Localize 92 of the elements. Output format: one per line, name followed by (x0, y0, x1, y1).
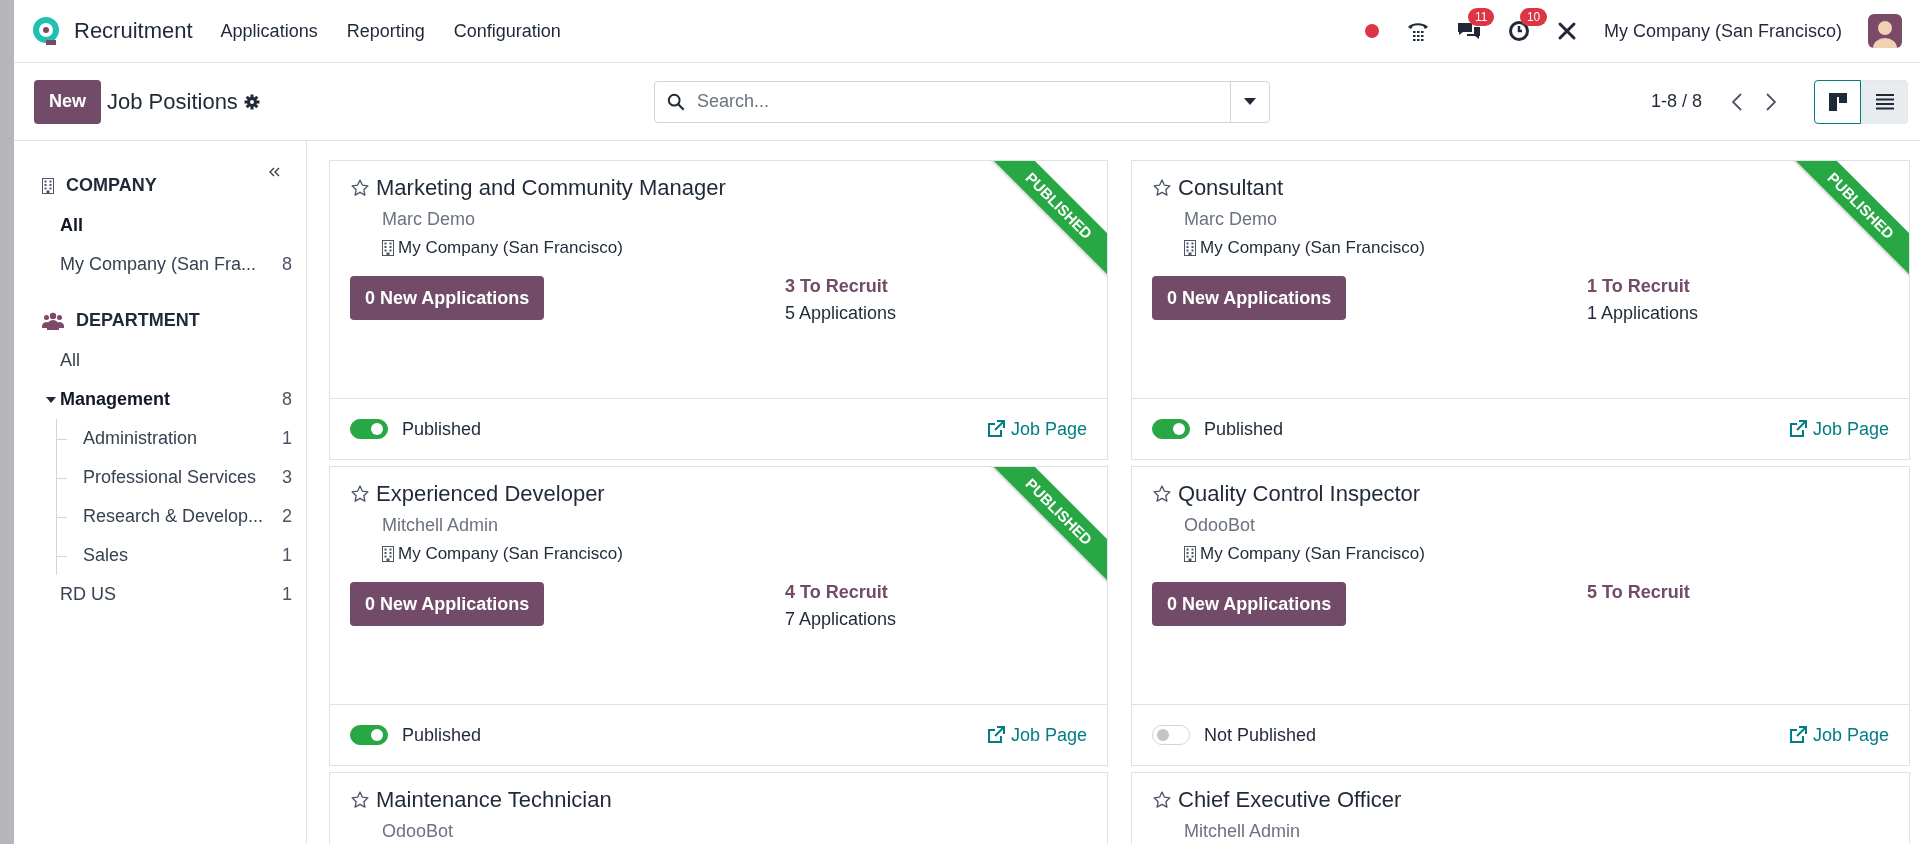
external-link-icon (1788, 420, 1807, 438)
to-recruit-link[interactable]: 3 To Recruit (785, 276, 897, 297)
star-icon[interactable] (350, 178, 370, 198)
status-dot-icon[interactable] (1363, 23, 1380, 39)
avatar-icon[interactable] (1868, 14, 1902, 48)
clock-icon[interactable] (1507, 20, 1530, 42)
publish-toggle[interactable] (1152, 419, 1190, 439)
star-icon[interactable] (1152, 178, 1172, 198)
app-logo[interactable] (32, 17, 60, 45)
job-title: Consultant (1178, 175, 1284, 201)
publish-status: Published (1204, 418, 1284, 440)
next-icon[interactable] (1766, 92, 1776, 111)
settings-icon[interactable] (243, 93, 260, 110)
building-icon (1184, 240, 1196, 256)
app-name[interactable]: Recruitment (74, 18, 193, 44)
filter-item[interactable]: RD US 1 (42, 575, 292, 614)
company-name: My Company (San Francisco) (1200, 544, 1425, 564)
external-link-icon (986, 726, 1005, 744)
section-heading: DEPARTMENT (76, 310, 200, 331)
publish-status: Published (402, 724, 482, 746)
publish-toggle[interactable] (350, 725, 388, 745)
to-recruit-link[interactable]: 5 To Recruit (1587, 582, 1690, 603)
filter-item[interactable]: All (42, 206, 292, 245)
job-title: Maintenance Technician (376, 787, 612, 813)
new-applications-button[interactable]: 0 New Applications (1152, 276, 1347, 320)
list-icon (1875, 93, 1894, 110)
applications-count[interactable]: 7 Applications (785, 609, 897, 630)
job-title: Quality Control Inspector (1178, 481, 1421, 507)
list-view-button[interactable] (1861, 79, 1908, 124)
job-title: Chief Executive Officer (1178, 787, 1402, 813)
notification-badge: 10 (1519, 8, 1548, 26)
new-applications-button[interactable]: 0 New Applications (1152, 582, 1347, 626)
building-icon (42, 177, 54, 194)
building-icon (382, 546, 394, 562)
kanban-icon (1828, 92, 1847, 111)
company-name: My Company (San Francisco) (1200, 238, 1425, 258)
previous-icon[interactable] (1732, 92, 1742, 111)
applications-count[interactable]: 5 Applications (785, 303, 897, 324)
building-icon (382, 240, 394, 256)
recruiter-name: OdooBot (382, 821, 455, 842)
publish-toggle[interactable] (350, 419, 388, 439)
notification-badge: 11 (1467, 8, 1495, 26)
job-page-link[interactable]: Job Page (986, 418, 1087, 440)
search-bar[interactable]: Search... (654, 80, 1270, 123)
applications-count[interactable]: 1 Applications (1587, 303, 1699, 324)
pager-value[interactable]: 1-8 / 8 (1650, 91, 1702, 112)
job-title: Marketing and Community Manager (376, 175, 726, 201)
filter-item[interactable]: Research & Develop... 2 (57, 497, 292, 536)
publish-status: Published (402, 418, 482, 440)
star-icon[interactable] (350, 484, 370, 504)
job-card[interactable]: Chief Executive Officer Mitchell Admin (1131, 772, 1910, 844)
chat-icon[interactable] (1455, 20, 1482, 42)
star-icon[interactable] (350, 790, 370, 810)
star-icon[interactable] (1152, 790, 1172, 810)
job-page-link[interactable]: Job Page (1788, 724, 1889, 746)
search-icon (667, 92, 685, 111)
publish-status: Not Published (1204, 724, 1317, 746)
menu-item[interactable]: Configuration (453, 20, 561, 42)
job-page-link[interactable]: Job Page (1788, 418, 1889, 440)
caret-icon[interactable] (46, 396, 56, 403)
menu-item[interactable]: Applications (220, 20, 318, 42)
star-icon[interactable] (1152, 484, 1172, 504)
filter-item[interactable]: My Company (San Fra... 8 (42, 245, 292, 284)
kanban-view-button[interactable] (1814, 79, 1861, 124)
new-applications-button[interactable]: 0 New Applications (350, 276, 545, 320)
external-link-icon (1788, 726, 1807, 744)
to-recruit-link[interactable]: 4 To Recruit (785, 582, 897, 603)
job-page-link[interactable]: Job Page (986, 724, 1087, 746)
recruiter-name: Mitchell Admin (1184, 821, 1302, 842)
search-field[interactable]: Search... (695, 81, 1230, 122)
filter-item[interactable]: All (42, 341, 292, 380)
external-link-icon (986, 420, 1005, 438)
menu-item[interactable]: Reporting (346, 20, 425, 42)
recruiter-name: OdooBot (1184, 515, 1257, 536)
caret-icon[interactable] (1244, 98, 1256, 105)
job-card[interactable]: Maintenance Technician OdooBot (329, 772, 1108, 844)
section-heading: COMPANY (66, 175, 157, 196)
new-applications-button[interactable]: 0 New Applications (350, 582, 545, 626)
job-title: Experienced Developer (376, 481, 605, 507)
company-name: My Company (San Francisco) (398, 238, 623, 258)
job-card[interactable]: Quality Control Inspector OdooBot My Company (San Francisco) 0 New Applications 5 To Recruit Not Published Job Page (1131, 466, 1910, 766)
new-button[interactable]: New (34, 79, 101, 124)
company-name: My Company (San Francisco) (398, 544, 623, 564)
filter-item[interactable]: Sales 1 (57, 536, 292, 575)
building-icon (1184, 546, 1196, 562)
company-switcher[interactable]: My Company (San Francisco) (1603, 20, 1842, 42)
breadcrumb: Job Positions (107, 88, 238, 115)
filter-item[interactable]: Management 8 (42, 380, 292, 419)
to-recruit-link[interactable]: 1 To Recruit (1587, 276, 1699, 297)
filter-item[interactable]: Professional Services 3 (57, 458, 292, 497)
filter-item[interactable]: Administration 1 (57, 419, 292, 458)
users-icon (42, 311, 64, 330)
